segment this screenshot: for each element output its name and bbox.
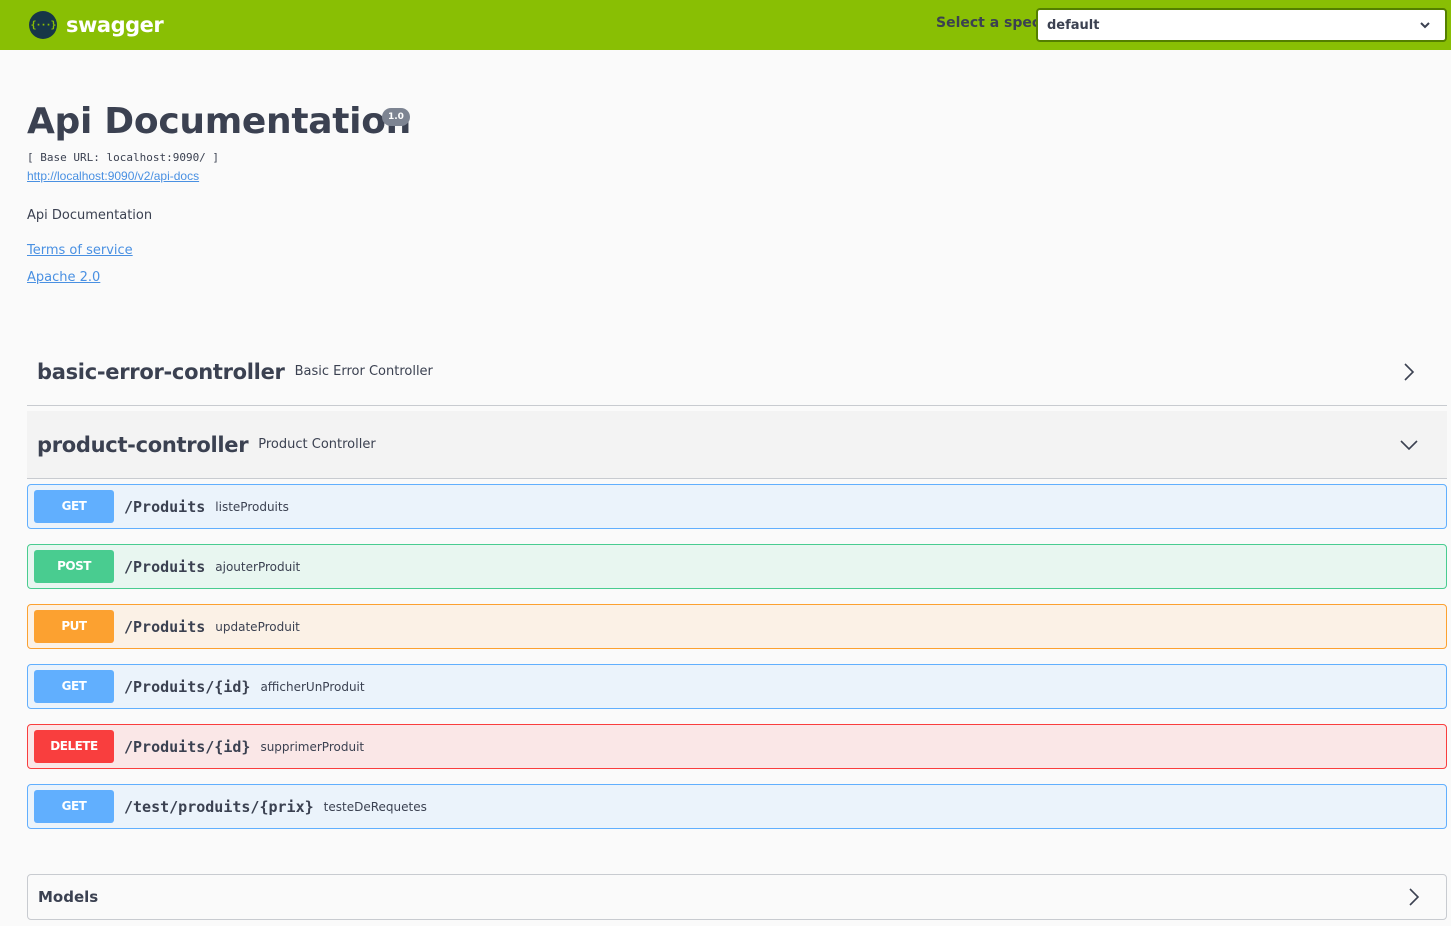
operation-path: /Produits (124, 617, 206, 636)
operation-path: /Produits/{id} (124, 737, 251, 756)
operation-summary: afficherUnProduit (260, 679, 365, 694)
method-badge: GET (34, 670, 114, 703)
operation-summary: listeProduits (215, 499, 289, 514)
api-docs-link[interactable]: http://localhost:9090/v2/api-docs (27, 169, 199, 183)
tag-name: basic-error-controller (37, 359, 285, 384)
logo-text: swagger (66, 13, 164, 37)
topbar: {···} swagger Select a spec default (0, 0, 1451, 50)
operation-summary: testeDeRequetes (323, 799, 427, 814)
method-badge: POST (34, 550, 114, 583)
spec-select-label: Select a spec (936, 15, 1041, 31)
operation-path: /test/produits/{prix} (124, 797, 314, 816)
logo-glyph: {···} (30, 19, 56, 31)
swagger-logo[interactable]: {···} swagger (29, 11, 164, 39)
operation-get-test-produits-prix[interactable]: GET /test/produits/{prix} testeDeRequete… (27, 784, 1447, 829)
operation-get-produits[interactable]: GET /Produits listeProduits (27, 484, 1447, 529)
method-badge: DELETE (34, 730, 114, 763)
operation-summary: ajouterProduit (215, 559, 301, 574)
method-badge: GET (34, 790, 114, 823)
operation-get-produit-by-id[interactable]: GET /Produits/{id} afficherUnProduit (27, 664, 1447, 709)
chevron-down-icon[interactable] (1399, 435, 1419, 455)
spec-select-value: default (1047, 18, 1100, 33)
api-description: Api Documentation (27, 208, 153, 223)
tag-description: Basic Error Controller (294, 364, 433, 379)
base-url: [ Base URL: localhost:9090/ ] (27, 151, 220, 164)
models-section[interactable]: Models (27, 874, 1447, 920)
operation-path: /Produits (124, 497, 206, 516)
tag-name: product-controller (37, 432, 249, 457)
operation-put-produits[interactable]: PUT /Produits updateProduit (27, 604, 1447, 649)
tag-basic-error-controller[interactable]: basic-error-controller Basic Error Contr… (27, 338, 1447, 406)
spec-select[interactable]: default (1036, 8, 1447, 42)
operation-summary: updateProduit (215, 619, 300, 634)
page-title: Api Documentation (27, 101, 411, 142)
chevron-down-icon (1420, 22, 1430, 29)
operation-post-produits[interactable]: POST /Produits ajouterProduit (27, 544, 1447, 589)
terms-of-service-link[interactable]: Terms of service (27, 243, 133, 258)
operation-delete-produit[interactable]: DELETE /Produits/{id} supprimerProduit (27, 724, 1447, 769)
chevron-right-icon[interactable] (1399, 362, 1419, 382)
chevron-right-icon[interactable] (1404, 887, 1424, 907)
license-link[interactable]: Apache 2.0 (27, 270, 100, 285)
tag-description: Product Controller (258, 437, 376, 452)
swagger-logo-icon: {···} (29, 11, 57, 39)
operation-path: /Produits/{id} (124, 677, 251, 696)
version-badge: 1.0 (382, 108, 410, 126)
method-badge: GET (34, 490, 114, 523)
tag-product-controller[interactable]: product-controller Product Controller (27, 411, 1447, 479)
operation-summary: supprimerProduit (260, 739, 365, 754)
operation-path: /Produits (124, 557, 206, 576)
models-title: Models (38, 888, 99, 906)
method-badge: PUT (34, 610, 114, 643)
